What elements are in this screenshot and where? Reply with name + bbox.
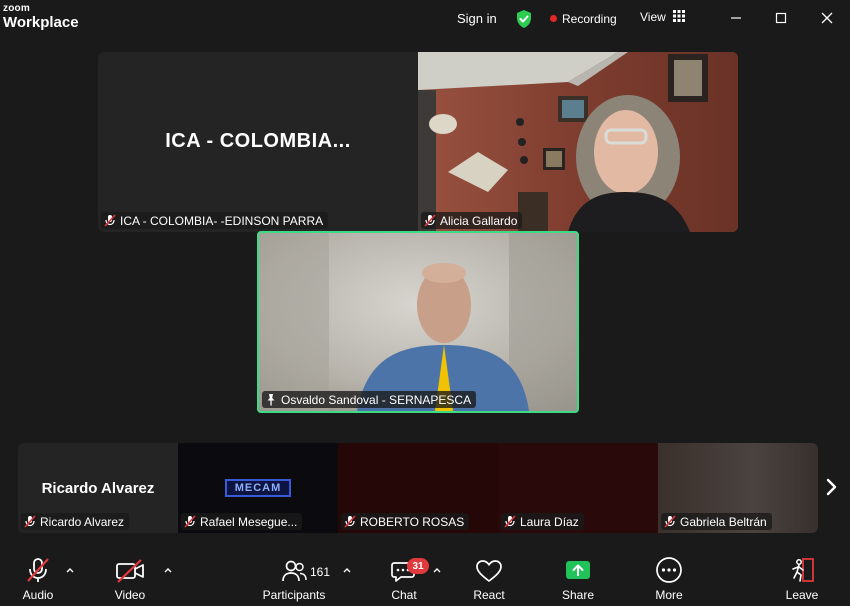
- mic-muted-icon: [344, 515, 356, 528]
- app-logo: zoom Workplace: [3, 3, 79, 31]
- mic-muted-icon: [664, 515, 676, 528]
- chat-unread-count: 31: [412, 560, 424, 572]
- chat-options-caret-icon[interactable]: [432, 566, 442, 574]
- leave-label: Leave: [785, 588, 819, 602]
- grid-icon: [673, 10, 686, 22]
- brand-small: zoom: [3, 3, 30, 14]
- strip-tile-roberto[interactable]: ROBERTO ROSAS: [338, 443, 498, 533]
- share-screen-icon: [566, 561, 590, 579]
- maximize-icon[interactable]: [771, 9, 791, 27]
- nameplate-alicia: Alicia Gallardo: [421, 212, 523, 229]
- view-button[interactable]: View: [640, 10, 686, 24]
- sign-in-button[interactable]: Sign in: [457, 11, 497, 26]
- video-tile-osvaldo-active-speaker[interactable]: Osvaldo Sandoval - SERNAPESCA: [257, 231, 579, 413]
- chevron-right-icon[interactable]: [824, 477, 838, 497]
- share-label: Share: [561, 588, 595, 602]
- recording-indicator[interactable]: Recording: [550, 12, 617, 26]
- react-button[interactable]: React: [465, 552, 513, 606]
- participants-options-caret-icon[interactable]: [342, 566, 352, 574]
- participants-count: 161: [310, 565, 331, 579]
- leave-icon: [792, 558, 814, 582]
- heart-icon: [476, 560, 502, 582]
- nameplate-ricardo: Ricardo Alvarez: [21, 513, 130, 530]
- chat-unread-badge: 31: [407, 558, 429, 574]
- recording-label: Recording: [562, 12, 617, 26]
- alicia-video-feed: [418, 52, 738, 232]
- nameplate-laura: Laura Díaz: [501, 513, 584, 530]
- strip-tile-laura[interactable]: Laura Díaz: [498, 443, 658, 533]
- video-button[interactable]: Video: [106, 552, 154, 606]
- more-icon: [656, 557, 682, 583]
- mecam-logo: MECAM: [225, 479, 291, 497]
- minimize-icon[interactable]: [726, 9, 746, 27]
- nameplate-gabriela: Gabriela Beltrán: [661, 513, 772, 530]
- strip-tile-ricardo[interactable]: Ricardo Alvarez Ricardo Alvarez: [18, 443, 178, 533]
- more-button[interactable]: More: [645, 552, 693, 606]
- nameplate-ricardo-label: Ricardo Alvarez: [40, 514, 125, 529]
- title-bar: zoom Workplace Sign in Recording View: [0, 0, 850, 40]
- mic-muted-icon: [424, 214, 436, 227]
- pin-icon: [267, 394, 275, 406]
- share-button[interactable]: Share: [554, 552, 602, 606]
- nameplate-laura-label: Laura Díaz: [520, 514, 579, 529]
- mic-muted-icon: [24, 515, 36, 528]
- nameplate-osvaldo-label: Osvaldo Sandoval - SERNAPESCA: [281, 392, 472, 407]
- nameplate-ica: ICA - COLOMBIA- -EDINSON PARRA: [101, 212, 329, 229]
- close-icon[interactable]: [817, 9, 837, 27]
- shield-check-icon[interactable]: [515, 9, 533, 29]
- nameplate-roberto-label: ROBERTO ROSAS: [360, 514, 465, 529]
- nameplate-rafael: Rafael Mesegue...: [181, 513, 303, 530]
- mic-muted-icon: [104, 214, 116, 227]
- nameplate-osvaldo: Osvaldo Sandoval - SERNAPESCA: [262, 391, 477, 408]
- video-options-caret-icon[interactable]: [163, 566, 173, 574]
- leave-button[interactable]: Leave: [778, 552, 826, 606]
- meeting-toolbar: Audio Video Participants 161 Chat 31 Rea…: [0, 552, 850, 606]
- brand-large: Workplace: [3, 14, 79, 31]
- participants-label: Participants: [262, 588, 326, 602]
- nameplate-rafael-label: Rafael Mesegue...: [200, 514, 298, 529]
- mic-off-icon: [27, 558, 49, 582]
- participants-button[interactable]: Participants: [258, 552, 330, 606]
- strip-ricardo-display: Ricardo Alvarez: [41, 480, 155, 497]
- video-label: Video: [114, 588, 146, 602]
- video-tile-ica[interactable]: ICA - COLOMBIA... ICA - COLOMBIA- -EDINS…: [98, 52, 418, 232]
- recording-dot-icon: [550, 15, 557, 22]
- react-label: React: [473, 588, 505, 602]
- audio-button[interactable]: Audio: [14, 552, 62, 606]
- strip-tile-gabriela[interactable]: Gabriela Beltrán: [658, 443, 818, 533]
- nameplate-ica-label: ICA - COLOMBIA- -EDINSON PARRA: [120, 213, 324, 228]
- ica-display-name: ICA - COLOMBIA...: [165, 130, 351, 152]
- video-tile-alicia[interactable]: Alicia Gallardo: [418, 52, 738, 232]
- view-label: View: [640, 10, 666, 24]
- mecam-logo-text: MECAM: [234, 482, 282, 494]
- participants-icon: [282, 560, 307, 582]
- mic-muted-icon: [184, 515, 196, 528]
- chat-label: Chat: [391, 588, 417, 602]
- nameplate-alicia-label: Alicia Gallardo: [440, 213, 518, 228]
- audio-options-caret-icon[interactable]: [65, 566, 75, 574]
- mic-muted-icon: [504, 515, 516, 528]
- nameplate-gabriela-label: Gabriela Beltrán: [680, 514, 767, 529]
- more-label: More: [655, 588, 683, 602]
- osvaldo-video-feed: [259, 233, 577, 411]
- video-off-icon: [116, 559, 144, 583]
- nameplate-roberto: ROBERTO ROSAS: [341, 513, 470, 530]
- strip-tile-rafael[interactable]: MECAM Rafael Mesegue...: [178, 443, 338, 533]
- audio-label: Audio: [22, 588, 54, 602]
